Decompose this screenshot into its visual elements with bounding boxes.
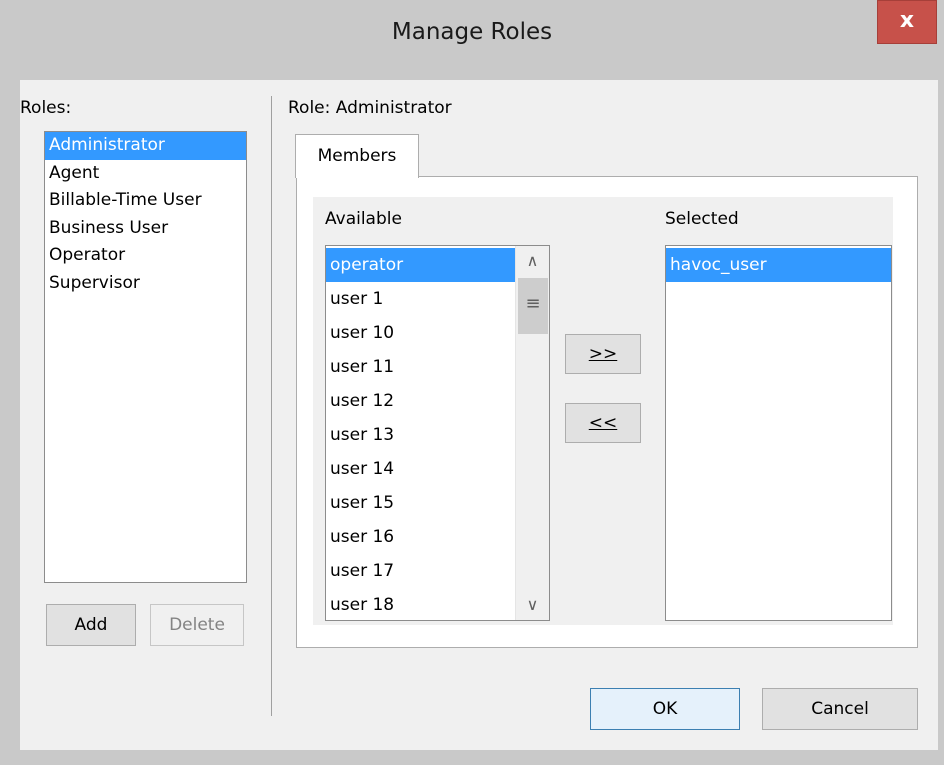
vertical-divider — [271, 96, 272, 716]
dialog-title: Manage Roles — [391, 19, 553, 45]
add-member-button[interactable]: >> — [565, 334, 641, 374]
role-item-administrator[interactable]: Administrator — [45, 132, 246, 160]
available-item[interactable]: user 12 — [326, 384, 516, 418]
selected-list[interactable]: havoc_user — [665, 245, 892, 621]
available-item[interactable]: user 11 — [326, 350, 516, 384]
dialog-body: Roles: Administrator Agent Billable-Time… — [20, 80, 938, 750]
role-item-business-user[interactable]: Business User — [45, 215, 246, 243]
available-label: Available — [325, 209, 402, 229]
role-item-billable-time-user[interactable]: Billable-Time User — [45, 187, 246, 215]
title-bar[interactable]: Manage Roles x — [0, 0, 944, 80]
available-item[interactable]: operator — [326, 248, 516, 282]
scroll-thumb[interactable]: ≡ — [518, 278, 548, 334]
cancel-button[interactable]: Cancel — [762, 688, 918, 730]
role-item-operator[interactable]: Operator — [45, 242, 246, 270]
add-role-button[interactable]: Add — [46, 604, 136, 646]
close-button[interactable]: x — [877, 0, 937, 44]
selected-label: Selected — [665, 209, 739, 229]
remove-member-button[interactable]: << — [565, 403, 641, 443]
available-item[interactable]: user 18 — [326, 588, 516, 620]
roles-list[interactable]: Administrator Agent Billable-Time User B… — [44, 131, 247, 583]
available-item[interactable]: user 13 — [326, 418, 516, 452]
tab-members[interactable]: Members — [295, 134, 419, 178]
available-item[interactable]: user 15 — [326, 486, 516, 520]
members-group: Available operator user 1 user 10 user 1… — [313, 197, 893, 625]
available-item[interactable]: user 17 — [326, 554, 516, 588]
available-item[interactable]: user 14 — [326, 452, 516, 486]
members-tab-panel: Available operator user 1 user 10 user 1… — [296, 176, 918, 648]
available-scrollbar[interactable]: ∧ ≡ ∨ — [515, 246, 549, 620]
available-list[interactable]: operator user 1 user 10 user 11 user 12 … — [325, 245, 550, 621]
available-item[interactable]: user 16 — [326, 520, 516, 554]
role-item-agent[interactable]: Agent — [45, 160, 246, 188]
remove-member-label: << — [588, 413, 618, 433]
scroll-down-icon[interactable]: ∨ — [516, 590, 549, 620]
selected-item[interactable]: havoc_user — [666, 248, 891, 282]
delete-role-button[interactable]: Delete — [150, 604, 244, 646]
role-item-supervisor[interactable]: Supervisor — [45, 270, 246, 298]
add-member-label: >> — [588, 344, 618, 364]
manage-roles-dialog: Manage Roles x Roles: Administrator Agen… — [0, 0, 944, 765]
available-item[interactable]: user 1 — [326, 282, 516, 316]
available-item[interactable]: user 10 — [326, 316, 516, 350]
roles-label: Roles: — [20, 98, 72, 118]
ok-button[interactable]: OK — [590, 688, 740, 730]
scroll-up-icon[interactable]: ∧ — [516, 246, 549, 276]
role-heading: Role: Administrator — [288, 98, 452, 118]
